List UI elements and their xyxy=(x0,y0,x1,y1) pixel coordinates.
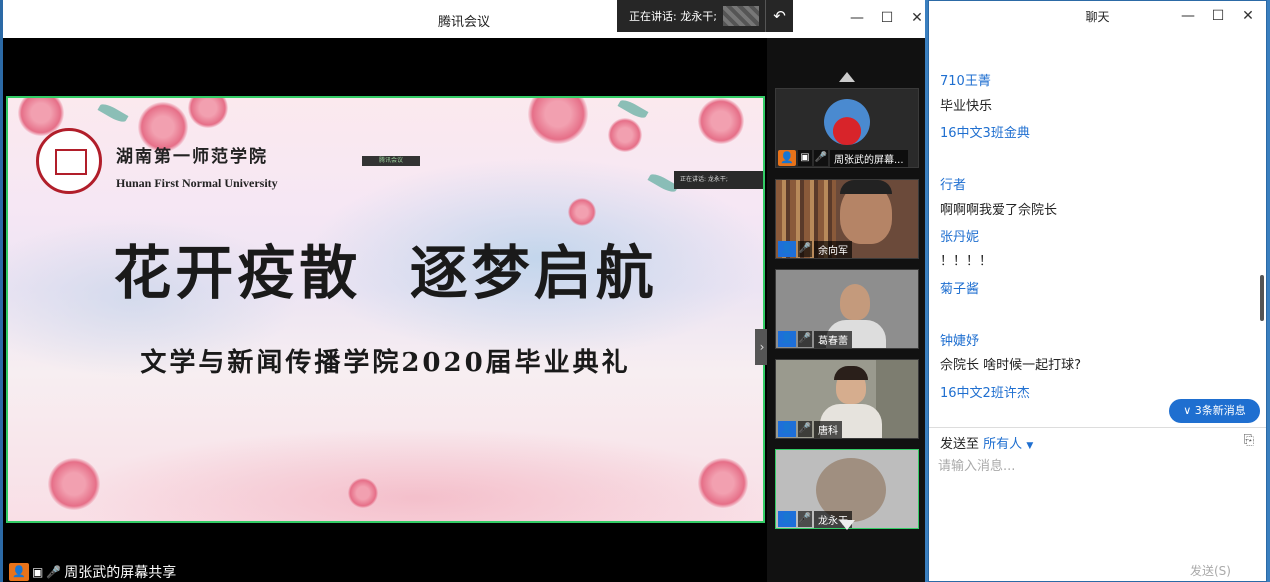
chat-input[interactable] xyxy=(938,455,1248,545)
message-sender: 张丹妮 xyxy=(940,230,980,245)
message-sender: 2E xyxy=(940,31,957,34)
person-hair xyxy=(840,180,892,194)
person-face xyxy=(840,284,870,320)
scroll-up-icon[interactable] xyxy=(839,72,855,82)
user-icon: 👤 xyxy=(778,241,796,257)
user-icon: 👤 xyxy=(778,421,796,437)
slide-subtitle: 文学与新闻传播学院2020届毕业典礼 xyxy=(140,348,631,378)
back-arrow-icon[interactable]: ↶ xyxy=(765,0,793,32)
screen-share-icon: ▣ xyxy=(798,150,812,166)
flower-decoration xyxy=(48,458,100,510)
maximize-button[interactable]: ☐ xyxy=(1210,7,1226,25)
host-icon: 👤 xyxy=(9,563,29,581)
meeting-window: 腾讯会议 — ☐ ✕ 正在讲话: 龙永干; ↶ 湖南第一师范学院 Hunan F… xyxy=(0,0,925,582)
shared-slide: 湖南第一师范学院 Hunan First Normal University 花… xyxy=(6,96,765,523)
close-button[interactable]: ✕ xyxy=(1240,7,1256,25)
message-sender: 行者 xyxy=(940,178,967,193)
chat-scrollbar[interactable] xyxy=(1260,275,1264,321)
flower-decoration xyxy=(528,98,588,144)
participant-name: 余向军 xyxy=(814,240,852,258)
scroll-down-icon[interactable] xyxy=(839,520,855,530)
screen-share-icon: ▣ xyxy=(32,565,44,579)
mic-muted-icon: 🎤 xyxy=(798,331,812,347)
user-icon: 👤 xyxy=(778,511,796,527)
send-button[interactable]: 发送(S) xyxy=(1190,562,1231,579)
blurred-avatars xyxy=(723,6,759,26)
close-button[interactable]: ✕ xyxy=(909,9,925,27)
message-text: 毕业快乐 xyxy=(940,99,993,114)
participant-tile[interactable]: 👤 ▣ 🎤 周张武的屏幕... xyxy=(775,88,919,168)
watercolor-wash xyxy=(68,428,763,521)
university-logo xyxy=(36,128,102,194)
mic-muted-icon: 🎤 xyxy=(798,241,812,257)
flower-decoration xyxy=(608,118,642,152)
wall-panel xyxy=(876,360,918,438)
send-to-label: 发送至 xyxy=(940,437,980,452)
minimize-button[interactable]: — xyxy=(849,9,865,27)
mic-icon: 🎤 xyxy=(798,511,812,527)
chat-window: 聊天 — ☐ ✕ 2E 710王菁 毕业快乐 16中文3班金典 行者 啊啊啊我爱… xyxy=(928,0,1267,582)
user-icon: 👤 xyxy=(778,331,796,347)
chat-titlebar: 聊天 — ☐ ✕ xyxy=(929,1,1266,31)
message-sender: 710王菁 xyxy=(940,74,991,89)
mic-muted-icon: 🎤 xyxy=(798,421,812,437)
university-name-cn: 湖南第一师范学院 xyxy=(116,147,268,167)
participant-strip: 👤 ▣ 🎤 周张武的屏幕... 👤 🎤 余向军 👤 🎤 葛春蕾 👤 🎤 唐科 👤… xyxy=(767,38,925,582)
flower-decoration xyxy=(568,198,596,226)
message-sender: 16中文2班许杰 xyxy=(940,386,1030,401)
flower-decoration xyxy=(348,478,378,508)
mic-icon: 🎤 xyxy=(814,150,828,166)
message-text: 佘院长 啥时候一起打球? xyxy=(940,358,1082,373)
message-text: 啊啊啊我爱了佘院长 xyxy=(940,203,1058,218)
participant-tile[interactable]: 👤 🎤 余向军 xyxy=(775,179,919,259)
message-sender: 菊子酱 xyxy=(940,282,980,297)
file-icon[interactable]: ⎘ xyxy=(1244,433,1254,448)
send-to-value[interactable]: 所有人 xyxy=(983,437,1022,452)
minimize-button[interactable]: — xyxy=(1180,7,1196,25)
speaking-indicator: 正在讲话: 龙永干; ↶ xyxy=(617,0,793,32)
send-to-selector[interactable]: 发送至 所有人 ▼ xyxy=(940,433,1033,452)
participant-name: 唐科 xyxy=(814,420,842,438)
screen-share-stage: 湖南第一师范学院 Hunan First Normal University 花… xyxy=(6,38,769,582)
nested-meeting-bar: 腾讯会议 xyxy=(362,156,420,166)
message-sender: 钟婕妤 xyxy=(940,334,980,349)
host-icon: 👤 xyxy=(778,150,796,166)
message-text: ！！！！ xyxy=(940,254,993,269)
message-sender: 16中文3班金典 xyxy=(940,126,1030,141)
maximize-button[interactable]: ☐ xyxy=(879,9,895,27)
mic-icon: 🎤 xyxy=(46,565,62,579)
chat-message-list: 2E 710王菁 毕业快乐 16中文3班金典 行者 啊啊啊我爱了佘院长 张丹妮 … xyxy=(929,31,1259,425)
flower-decoration xyxy=(698,458,748,508)
avatar xyxy=(824,99,870,145)
new-messages-button[interactable]: ∨ 3条新消息 xyxy=(1169,399,1260,423)
person-hair xyxy=(834,366,868,380)
participant-tile-active[interactable]: 👤 🎤 龙永干 xyxy=(775,449,919,529)
slide-title: 花开疫散 逐梦启航 xyxy=(113,239,658,307)
share-owner-label: 👤 ▣ 🎤 周张武的屏幕共享 xyxy=(9,562,176,582)
speaking-text: 正在讲话: 龙永干; xyxy=(629,10,717,23)
share-owner-name: 周张武的屏幕共享 xyxy=(64,565,177,581)
divider xyxy=(929,427,1266,428)
participant-name: 周张武的屏幕... xyxy=(830,149,908,167)
dropdown-arrow-icon[interactable]: ▼ xyxy=(1026,441,1033,451)
leaf-decoration xyxy=(97,101,129,125)
university-name-en: Hunan First Normal University xyxy=(116,176,278,190)
participant-tile[interactable]: 👤 🎤 唐科 xyxy=(775,359,919,439)
flower-decoration xyxy=(698,98,744,144)
flower-decoration xyxy=(188,98,228,128)
participant-name: 葛春蕾 xyxy=(814,330,852,348)
nested-speaking-indicator: 正在讲话: 龙永干; xyxy=(674,171,763,189)
participant-tile[interactable]: 👤 🎤 葛春蕾 xyxy=(775,269,919,349)
